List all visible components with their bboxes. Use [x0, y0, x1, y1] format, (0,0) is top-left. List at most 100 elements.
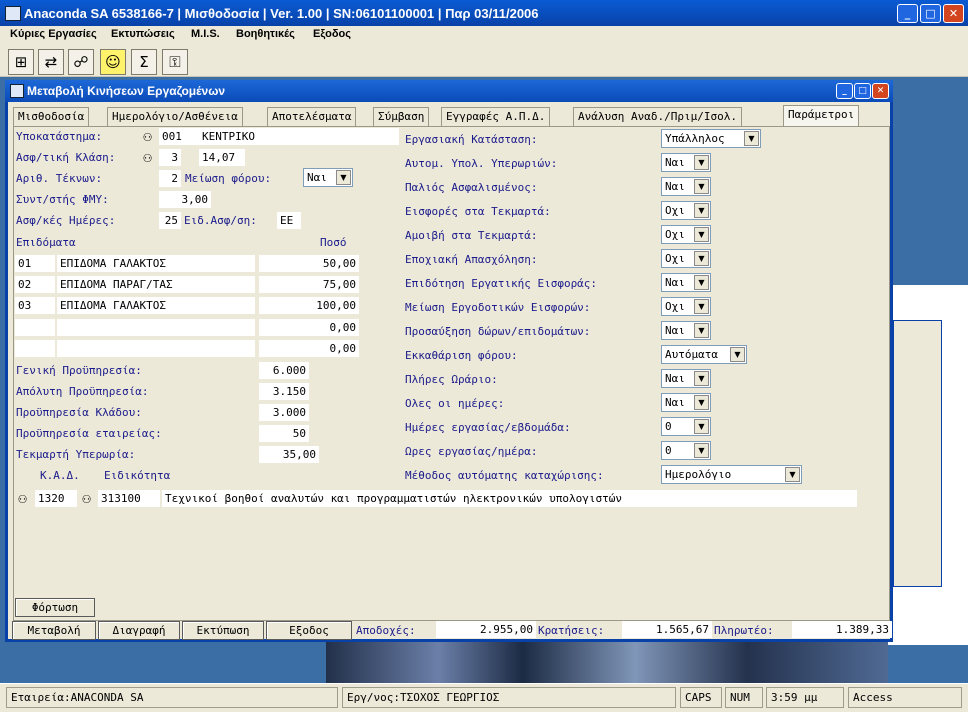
sector-experience-field[interactable]: 3.000 — [259, 404, 309, 421]
branch-code-field[interactable]: 001 — [159, 128, 199, 145]
allowance-amount-field[interactable]: 0,00 — [259, 340, 359, 357]
insurance-days-label: Ασφ/κές Ημέρες: — [16, 214, 116, 227]
fmy-field[interactable]: 3,00 — [159, 191, 211, 208]
insurance-days-field[interactable]: 25 — [159, 212, 181, 229]
full-time-select[interactable]: Ναι ▼ — [661, 369, 711, 388]
employer-reduction-select[interactable]: Οχι ▼ — [661, 297, 711, 316]
allowance-amount-field[interactable]: 0,00 — [259, 319, 359, 336]
menu-main-tasks[interactable]: Κύριες Εργασίες — [10, 28, 97, 40]
tax-reduction-select[interactable]: Ναι ▼ — [303, 168, 353, 187]
modify-button[interactable]: Μεταβολή — [12, 621, 96, 640]
child-close-button[interactable]: ✕ — [872, 83, 889, 99]
branch-name-field: ΚΕΝΤΡΙΚΟ — [199, 128, 399, 145]
chevron-down-icon[interactable]: ▼ — [694, 443, 709, 458]
days-per-week-select[interactable]: 0 ▼ — [661, 417, 711, 436]
chevron-down-icon[interactable]: ▼ — [694, 395, 709, 410]
chevron-down-icon[interactable]: ▼ — [694, 203, 709, 218]
menu-bar: Κύριες Εργασίες Εκτυπώσεις M.I.S. Βοηθητ… — [0, 26, 968, 44]
chevron-down-icon[interactable]: ▼ — [694, 155, 709, 170]
key-icon[interactable]: ⚿ — [162, 49, 188, 75]
menu-exit[interactable]: Εξοδος — [313, 28, 351, 40]
delete-button[interactable]: Διαγραφή — [98, 621, 180, 640]
tab-apd[interactable]: Εγγραφές Α.Π.Δ. — [441, 107, 551, 126]
chevron-down-icon[interactable]: ▼ — [785, 467, 800, 482]
worker-subsidy-select[interactable]: Ναι ▼ — [661, 273, 711, 292]
old-insured-select[interactable]: Ναι ▼ — [661, 177, 711, 196]
auto-overtime-select[interactable]: Ναι ▼ — [661, 153, 711, 172]
kad-code-field[interactable]: 1320 — [35, 490, 77, 507]
chevron-down-icon[interactable]: ▼ — [694, 275, 709, 290]
chevron-down-icon[interactable]: ▼ — [336, 170, 351, 185]
children-field[interactable]: 2 — [159, 170, 181, 187]
menu-prints[interactable]: Εκτυπώσεις — [111, 28, 175, 40]
tab-parameters[interactable]: Παράμετροι — [783, 105, 860, 127]
chevron-down-icon[interactable]: ▼ — [694, 179, 709, 194]
company-experience-field[interactable]: 50 — [259, 425, 309, 442]
chevron-down-icon[interactable]: ▼ — [694, 371, 709, 386]
close-button[interactable]: ✕ — [943, 4, 964, 23]
class-code-field[interactable]: 3 — [159, 149, 181, 166]
allowance-name-field — [57, 340, 255, 357]
tab-analysis[interactable]: Ανάλυση Αναδ./Πριμ/Ισολ. — [573, 107, 742, 126]
insurance-type-field[interactable]: ΕΕ — [277, 212, 301, 229]
chevron-down-icon[interactable]: ▼ — [694, 323, 709, 338]
tab-payroll[interactable]: Μισθοδοσία — [13, 107, 90, 126]
employment-status-select[interactable]: Υπάλληλος ▼ — [661, 129, 761, 148]
auto-entry-method-select[interactable]: Ημερολόγιο ▼ — [661, 465, 802, 484]
all-days-select[interactable]: Ναι ▼ — [661, 393, 711, 412]
binoculars-icon[interactable]: ⚇ — [140, 131, 155, 145]
binoculars-icon[interactable]: ⚇ — [140, 152, 155, 166]
chevron-down-icon[interactable]: ▼ — [730, 347, 745, 362]
tab-contract[interactable]: Σύμβαση — [373, 107, 430, 126]
chevron-down-icon[interactable]: ▼ — [744, 131, 759, 146]
chevron-down-icon[interactable]: ▼ — [694, 299, 709, 314]
amount-header: Ποσό — [320, 236, 347, 249]
binoculars-icon[interactable]: ⚇ — [79, 493, 94, 507]
imputed-overtime-field[interactable]: 35,00 — [259, 446, 319, 463]
allowance-name-field — [57, 319, 255, 336]
chevron-down-icon[interactable]: ▼ — [694, 251, 709, 266]
tab-results[interactable]: Αποτελέσματα — [267, 107, 357, 126]
imputed-contributions-select[interactable]: Οχι ▼ — [661, 201, 711, 220]
tax-settlement-select[interactable]: Αυτόματα ▼ — [661, 345, 747, 364]
hierarchy-icon[interactable]: ⊞ — [8, 49, 34, 75]
absolute-experience-field[interactable]: 3.150 — [259, 383, 309, 400]
menu-utilities[interactable]: Βοηθητικές — [236, 28, 295, 40]
minimize-button[interactable]: _ — [897, 4, 918, 23]
child-maximize-button[interactable]: □ — [854, 83, 871, 99]
imputed-pay-select[interactable]: Οχι ▼ — [661, 225, 711, 244]
child-minimize-button[interactable]: _ — [836, 83, 853, 99]
allowance-code-field[interactable]: 01 — [15, 255, 55, 272]
absolute-experience-label: Απόλυτη Προϋπηρεσία: — [16, 385, 149, 398]
seasonal-employment-select[interactable]: Οχι ▼ — [661, 249, 711, 268]
payable-label: Πληρωτέο: — [714, 624, 774, 637]
bonus-increase-select[interactable]: Ναι ▼ — [661, 321, 711, 340]
load-button[interactable]: Φόρτωση — [15, 598, 95, 617]
hours-per-day-select[interactable]: 0 ▼ — [661, 441, 711, 460]
maximize-button[interactable]: □ — [920, 4, 941, 23]
smiley-icon[interactable]: ☺ — [100, 49, 126, 75]
window-icon — [10, 84, 24, 98]
chevron-down-icon[interactable]: ▼ — [694, 227, 709, 242]
network-icon[interactable]: ⇄ — [38, 49, 64, 75]
allowance-amount-field[interactable]: 50,00 — [259, 255, 359, 272]
allowance-code-field[interactable]: 03 — [15, 297, 55, 314]
all-days-label: Ολες οι ημέρες: — [405, 397, 505, 410]
tree-icon[interactable]: ☍ — [68, 49, 94, 75]
menu-mis[interactable]: M.I.S. — [191, 28, 220, 40]
background-dialog — [893, 320, 942, 587]
specialty-code-field[interactable]: 313100 — [98, 490, 160, 507]
general-experience-field[interactable]: 6.000 — [259, 362, 309, 379]
allowance-amount-field[interactable]: 75,00 — [259, 276, 359, 293]
print-button[interactable]: Εκτύπωση — [182, 621, 264, 640]
allowance-code-field[interactable]: 02 — [15, 276, 55, 293]
sum-icon[interactable]: Σ — [131, 49, 157, 75]
chevron-down-icon[interactable]: ▼ — [694, 419, 709, 434]
allowance-amount-field[interactable]: 100,00 — [259, 297, 359, 314]
binoculars-icon[interactable]: ⚇ — [15, 493, 30, 507]
allowance-name-field: ΕΠΙΔΟΜΑ ΠΑΡΑΓ/ΤΑΣ — [57, 276, 255, 293]
exit-button[interactable]: Εξοδος — [266, 621, 352, 640]
allowance-code-field[interactable] — [15, 340, 55, 357]
allowance-code-field[interactable] — [15, 319, 55, 336]
tab-calendar[interactable]: Ημερολόγιο/Ασθένεια — [107, 107, 243, 126]
